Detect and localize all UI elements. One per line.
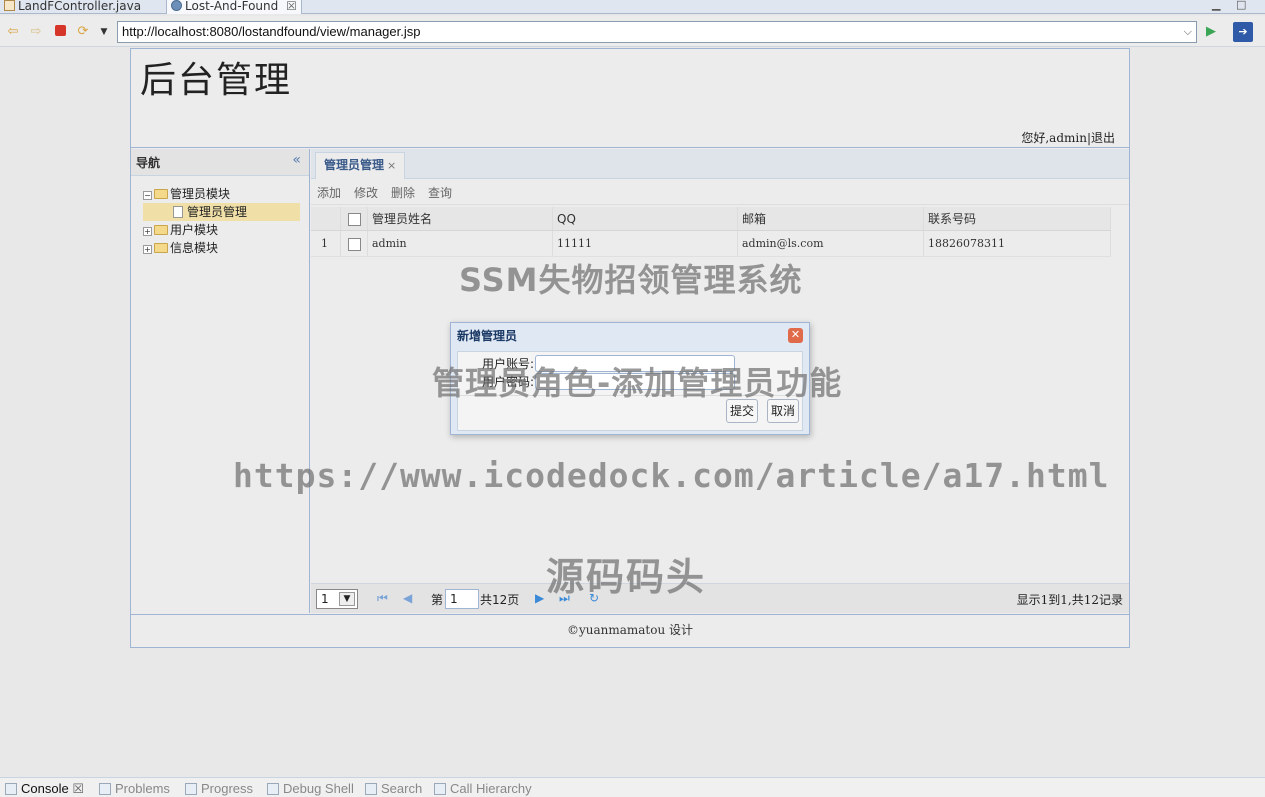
- page-info-label: 显示1到1,共12记录: [1016, 593, 1123, 607]
- folder-icon: [154, 225, 168, 235]
- back-icon[interactable]: ⇦: [5, 24, 21, 40]
- expand-node-icon[interactable]: +: [143, 227, 152, 236]
- watermark-feature-name: 管理员角色-添加管理员功能: [432, 364, 843, 402]
- editor-tab-bar: LandFController.java Lost-And-Found ☒ ▁ …: [0, 0, 1265, 14]
- globe-icon: [171, 0, 182, 11]
- search-icon: [365, 783, 377, 795]
- editor-tab-java[interactable]: LandFController.java: [4, 0, 141, 14]
- chevron-down-icon: ▼: [339, 592, 355, 606]
- tree-node-user-module[interactable]: + 用户模块: [143, 221, 300, 239]
- tab-call-hierarchy[interactable]: Call Hierarchy: [434, 781, 532, 796]
- close-tab-icon[interactable]: ×: [387, 159, 396, 172]
- maximize-icon[interactable]: □: [1236, 0, 1246, 11]
- minimize-icon[interactable]: ▁: [1212, 0, 1220, 11]
- row-number: 1: [311, 231, 341, 256]
- page-header: 后台管理 您好,admin|退出: [131, 49, 1129, 148]
- column-header-email[interactable]: 邮箱: [738, 207, 924, 230]
- checkbox-icon: [347, 238, 361, 251]
- edit-button[interactable]: 修改: [354, 184, 378, 201]
- watermark-system-name: SSM失物招领管理系统: [459, 261, 803, 299]
- grid-toolbar: 添加 修改 删除 查询: [311, 179, 1129, 205]
- cell-phone: 18826078311: [924, 231, 1111, 256]
- editor-tab-browser[interactable]: Lost-And-Found ☒: [166, 0, 302, 14]
- url-input[interactable]: http://localhost:8080/lostandfound/view/…: [117, 21, 1197, 43]
- tree-node-admin-management[interactable]: 管理员管理: [143, 203, 300, 221]
- first-page-icon[interactable]: ⏮: [377, 591, 388, 606]
- cell-email: admin@ls.com: [738, 231, 924, 256]
- collapse-node-icon[interactable]: −: [143, 191, 152, 200]
- prev-page-icon[interactable]: ◀: [403, 591, 412, 605]
- row-number-header: [311, 207, 341, 230]
- file-icon: [173, 206, 183, 218]
- debug-shell-icon: [267, 783, 279, 795]
- close-tab-icon[interactable]: ☒: [286, 0, 297, 13]
- java-file-icon: [4, 0, 15, 11]
- nav-panel: 导航 « − 管理员模块 管理员管理 + 用户模块 + 信息模块: [131, 149, 310, 613]
- total-pages-label: 共12页: [480, 593, 520, 607]
- browser-toolbar: ⇦ ⇨ ⟳ ▼ http://localhost:8080/lostandfou…: [0, 16, 1265, 47]
- open-external-browser-icon[interactable]: ➔: [1233, 22, 1253, 42]
- table-row[interactable]: 1 admin 11111 admin@ls.com 18826078311: [311, 231, 1111, 257]
- column-header-name[interactable]: 管理员姓名: [368, 207, 553, 230]
- user-greeting-logout[interactable]: 您好,admin|退出: [1021, 129, 1115, 146]
- problems-icon: [99, 783, 111, 795]
- add-button[interactable]: 添加: [317, 184, 341, 201]
- page-footer: ©yuanmamatou 设计: [131, 614, 1129, 648]
- column-header-phone[interactable]: 联系号码: [924, 207, 1111, 230]
- progress-icon: [185, 783, 197, 795]
- close-tab-icon[interactable]: ☒: [72, 781, 84, 796]
- table-header: 管理员姓名 QQ 邮箱 联系号码: [311, 207, 1111, 231]
- url-history-dropdown-icon[interactable]: ⌵: [1184, 22, 1192, 42]
- tree-node-admin-module[interactable]: − 管理员模块: [143, 185, 300, 203]
- tab-admin-management[interactable]: 管理员管理 ×: [315, 152, 406, 179]
- tab-console[interactable]: Console ☒: [5, 781, 84, 797]
- expand-node-icon[interactable]: +: [143, 245, 152, 254]
- delete-button[interactable]: 删除: [391, 184, 415, 201]
- query-button[interactable]: 查询: [428, 184, 452, 201]
- tab-problems[interactable]: Problems: [99, 781, 170, 796]
- dialog-title: 新增管理员: [457, 329, 518, 343]
- cell-qq: 11111: [553, 231, 738, 256]
- call-hierarchy-icon: [434, 783, 446, 795]
- nav-panel-title: 导航: [136, 156, 161, 170]
- next-page-icon[interactable]: ▶: [535, 591, 544, 605]
- pagination-bar: 1 ▼ ⏮ ◀ 第 1 共12页 ▶ ⏭ ↻ 显示1到1,共12记录: [311, 583, 1129, 613]
- page-title: 后台管理: [140, 60, 293, 101]
- dropdown-arrow-icon[interactable]: ▼: [96, 24, 112, 40]
- close-icon[interactable]: ✕: [788, 328, 803, 343]
- folder-icon: [154, 189, 168, 199]
- nav-panel-header: 导航 «: [131, 149, 309, 176]
- cell-name: admin: [368, 231, 553, 256]
- row-checkbox[interactable]: [341, 231, 368, 256]
- current-page-input[interactable]: 1: [445, 589, 479, 609]
- select-all-checkbox[interactable]: [341, 207, 368, 230]
- column-header-qq[interactable]: QQ: [553, 207, 738, 230]
- tree-node-info-module[interactable]: + 信息模块: [143, 239, 300, 257]
- bottom-view-tabs: Console ☒ Problems Progress Debug Shell …: [0, 777, 1265, 797]
- content-tab-bar: 管理员管理 ×: [311, 149, 1129, 179]
- page-size-select[interactable]: 1 ▼: [316, 589, 358, 609]
- tab-search[interactable]: Search: [365, 781, 422, 796]
- nav-tree: − 管理员模块 管理员管理 + 用户模块 + 信息模块: [143, 185, 300, 257]
- admin-table: 管理员姓名 QQ 邮箱 联系号码 1 admin 11111 admin@ls.…: [311, 207, 1111, 257]
- page-prefix-label: 第: [431, 593, 444, 607]
- collapse-icon[interactable]: «: [292, 152, 301, 168]
- go-icon[interactable]: ▶: [1203, 24, 1219, 40]
- forward-icon[interactable]: ⇨: [28, 24, 44, 40]
- console-icon: [5, 783, 17, 795]
- stop-icon[interactable]: [52, 24, 68, 40]
- folder-icon: [154, 243, 168, 253]
- watermark-url: https://www.icodedock.com/article/a17.ht…: [233, 456, 1110, 495]
- tab-progress[interactable]: Progress: [185, 781, 253, 796]
- tab-debug-shell[interactable]: Debug Shell: [267, 781, 354, 796]
- refresh-icon[interactable]: ⟳: [75, 24, 91, 40]
- checkbox-icon: [347, 213, 361, 226]
- watermark-brand: 源码码头: [546, 555, 707, 599]
